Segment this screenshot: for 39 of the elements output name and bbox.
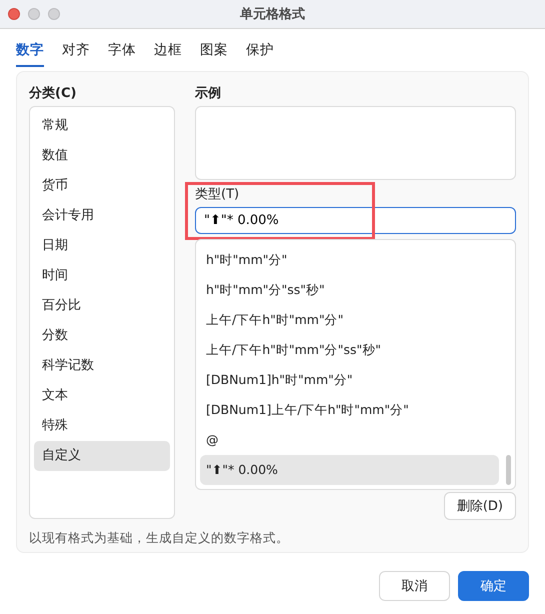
hint-text: 以现有格式为基础，生成自定义的数字格式。 — [29, 530, 289, 547]
format-item[interactable]: h"时"mm"分"ss"秒" — [200, 275, 499, 305]
type-label: 类型(T) — [195, 186, 240, 204]
format-item[interactable]: 上午/下午h"时"mm"分"ss"秒" — [200, 335, 499, 365]
category-item[interactable]: 自定义 — [34, 441, 170, 471]
category-item[interactable]: 文本 — [34, 381, 170, 411]
category-item[interactable]: 会计专用 — [34, 201, 170, 231]
close-icon[interactable] — [8, 8, 20, 20]
delete-button[interactable]: 删除(D) — [444, 492, 516, 520]
category-item[interactable]: 常规 — [34, 111, 170, 141]
category-label: 分类(C) — [29, 85, 76, 103]
category-item[interactable]: 百分比 — [34, 291, 170, 321]
format-item[interactable]: "⬆"* 0.00% — [200, 455, 499, 485]
tab[interactable]: 对齐 — [62, 29, 90, 67]
format-item[interactable]: [DBNum1]上午/下午h"时"mm"分" — [200, 395, 499, 425]
format-item[interactable]: [DBNum1]h"时"mm"分" — [200, 365, 499, 395]
format-item[interactable]: @ — [200, 425, 499, 455]
tab[interactable]: 数字 — [16, 29, 44, 67]
tab[interactable]: 图案 — [200, 29, 228, 67]
type-input-field[interactable]: "⬆"* 0.00% — [195, 207, 516, 234]
category-item[interactable]: 货币 — [34, 171, 170, 201]
category-item[interactable]: 数值 — [34, 141, 170, 171]
category-item[interactable]: 科学记数 — [34, 351, 170, 381]
category-item[interactable]: 特殊 — [34, 411, 170, 441]
scrollbar-thumb[interactable] — [506, 455, 511, 485]
category-item[interactable]: 日期 — [34, 231, 170, 261]
maximize-icon[interactable] — [48, 8, 60, 20]
window-title: 单元格格式 — [240, 6, 305, 23]
tab[interactable]: 边框 — [154, 29, 182, 67]
minimize-icon[interactable] — [28, 8, 40, 20]
tab[interactable]: 字体 — [108, 29, 136, 67]
sample-label: 示例 — [195, 85, 221, 103]
cancel-button[interactable]: 取消 — [379, 571, 450, 601]
tab[interactable]: 保护 — [246, 29, 274, 67]
format-item[interactable]: h"时"mm"分" — [200, 245, 499, 275]
category-item[interactable]: 分数 — [34, 321, 170, 351]
ok-button[interactable]: 确定 — [458, 571, 529, 601]
format-item[interactable]: 上午/下午h"时"mm"分" — [200, 305, 499, 335]
category-item[interactable]: 时间 — [34, 261, 170, 291]
